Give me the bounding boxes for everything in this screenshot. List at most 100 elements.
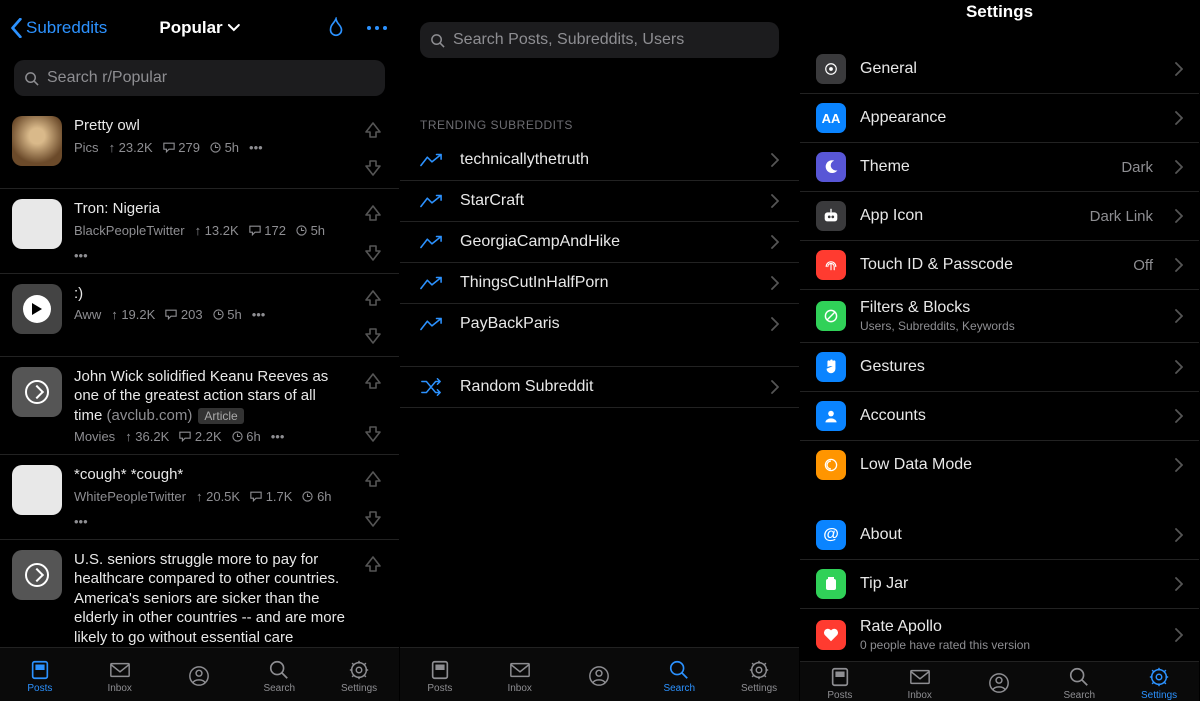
trending-row[interactable]: StarCraft: [400, 181, 799, 222]
settings-row-icon: [816, 54, 846, 84]
post-upvotes: ↑ 13.2K: [195, 223, 239, 238]
tab-settings-label: Settings: [341, 683, 377, 694]
settings-row-label: Filters & BlocksUsers, Subreddits, Keywo…: [860, 299, 1161, 333]
chevron-right-icon: [1175, 209, 1183, 223]
tab-account[interactable]: [969, 672, 1029, 696]
settings-row-icon: [816, 401, 846, 431]
post-row[interactable]: Pretty owlPics↑ 23.2K 279 5h•••: [0, 106, 399, 189]
post-more[interactable]: •••: [249, 140, 263, 155]
upvote-icon[interactable]: [363, 288, 383, 308]
settings-row-icon: [816, 352, 846, 382]
post-more[interactable]: •••: [252, 307, 266, 322]
settings-row[interactable]: Touch ID & PasscodeOff: [800, 241, 1199, 290]
tab-posts[interactable]: Posts: [810, 666, 870, 701]
back-button[interactable]: Subreddits: [10, 18, 107, 38]
trending-row[interactable]: technicallythetruth: [400, 140, 799, 181]
post-upvotes: ↑ 36.2K: [125, 429, 169, 444]
post-row[interactable]: John Wick solidified Keanu Reeves as one…: [0, 357, 399, 456]
posts-icon: [429, 659, 451, 681]
post-body: Pretty owlPics↑ 23.2K 279 5h•••: [74, 116, 347, 178]
settings-group-2: @AboutTip JarRate Apollo0 people have ra…: [800, 511, 1199, 661]
tab-bar: Posts Inbox Search Settings: [800, 661, 1199, 701]
tab-inbox[interactable]: Inbox: [890, 666, 950, 701]
tab-search[interactable]: Search: [249, 659, 309, 694]
post-row[interactable]: *cough* *cough*WhitePeopleTwitter↑ 20.5K…: [0, 455, 399, 540]
tab-posts[interactable]: Posts: [410, 659, 470, 694]
tab-search[interactable]: Search: [1049, 666, 1109, 701]
post-sub: Pics: [74, 140, 99, 155]
trending-row[interactable]: ThingsCutInHalfPorn: [400, 263, 799, 304]
settings-row[interactable]: App IconDark Link: [800, 192, 1199, 241]
trending-row[interactable]: GeorgiaCampAndHike: [400, 222, 799, 263]
post-title: John Wick solidified Keanu Reeves as one…: [74, 367, 347, 426]
downvote-icon[interactable]: [363, 243, 383, 263]
post-title: Tron: Nigeria: [74, 199, 347, 219]
post-upvotes: ↑ 19.2K: [111, 307, 155, 322]
post-row[interactable]: :)Aww↑ 19.2K 203 5h•••: [0, 274, 399, 357]
upvote-icon[interactable]: [363, 203, 383, 223]
random-subreddit-row[interactable]: Random Subreddit: [400, 367, 799, 407]
global-search-input[interactable]: Search Posts, Subreddits, Users: [420, 22, 779, 58]
upvote-icon[interactable]: [363, 120, 383, 140]
flame-icon[interactable]: [325, 17, 347, 39]
trending-row[interactable]: PayBackParis: [400, 304, 799, 344]
chevron-right-icon: [771, 153, 779, 167]
upvote-icon[interactable]: [363, 371, 383, 391]
settings-row[interactable]: @About: [800, 511, 1199, 560]
search-input[interactable]: Search r/Popular: [14, 60, 385, 96]
settings-row-icon: [816, 569, 846, 599]
settings-row[interactable]: AAAppearance: [800, 94, 1199, 143]
tab-settings[interactable]: Settings: [329, 659, 389, 694]
post-thumbnail[interactable]: [12, 116, 62, 166]
feed-title-dropdown[interactable]: Popular: [159, 18, 239, 38]
settings-row[interactable]: Low Data Mode: [800, 441, 1199, 489]
settings-row[interactable]: Gestures: [800, 343, 1199, 392]
settings-row-icon: [816, 201, 846, 231]
vote-controls: [359, 199, 387, 263]
settings-row[interactable]: Accounts: [800, 392, 1199, 441]
tab-account[interactable]: [569, 665, 629, 689]
post-more[interactable]: •••: [74, 514, 88, 529]
settings-row-value: Off: [1133, 257, 1153, 274]
post-list[interactable]: Pretty owlPics↑ 23.2K 279 5h••• Tron: Nig…: [0, 106, 399, 647]
post-age: 6h: [232, 429, 261, 444]
post-row[interactable]: Tron: NigeriaBlackPeopleTwitter↑ 13.2K 1…: [0, 189, 399, 274]
tab-settings[interactable]: Settings: [1129, 666, 1189, 701]
settings-row[interactable]: ThemeDark: [800, 143, 1199, 192]
chevron-right-icon: [1175, 458, 1183, 472]
settings-row[interactable]: Filters & BlocksUsers, Subreddits, Keywo…: [800, 290, 1199, 343]
post-thumbnail[interactable]: [12, 465, 62, 515]
post-more[interactable]: •••: [271, 429, 285, 444]
trending-icon: [420, 194, 442, 208]
search-icon: [268, 659, 290, 681]
downvote-icon[interactable]: [363, 424, 383, 444]
post-more[interactable]: •••: [74, 248, 88, 263]
downvote-icon[interactable]: [363, 158, 383, 178]
more-icon[interactable]: [365, 24, 389, 32]
tab-search[interactable]: Search: [649, 659, 709, 694]
tab-inbox[interactable]: Inbox: [490, 659, 550, 694]
downvote-icon[interactable]: [363, 326, 383, 346]
post-sub: Aww: [74, 307, 101, 322]
post-thumbnail[interactable]: [12, 550, 62, 600]
tab-settings[interactable]: Settings: [729, 659, 789, 694]
chevron-down-icon: [228, 24, 240, 32]
tab-inbox[interactable]: Inbox: [90, 659, 150, 694]
trending-label: technicallythetruth: [460, 151, 753, 169]
settings-row[interactable]: General: [800, 45, 1199, 94]
post-body: Tron: NigeriaBlackPeopleTwitter↑ 13.2K 1…: [74, 199, 347, 263]
post-thumbnail[interactable]: [12, 284, 62, 334]
post-thumbnail[interactable]: [12, 199, 62, 249]
settings-row-value: Dark Link: [1090, 208, 1153, 225]
upvote-icon[interactable]: [363, 554, 383, 574]
posts-icon: [29, 659, 51, 681]
upvote-icon[interactable]: [363, 469, 383, 489]
tab-posts[interactable]: Posts: [10, 659, 70, 694]
post-row[interactable]: U.S. seniors struggle more to pay for he…: [0, 540, 399, 648]
downvote-icon[interactable]: [363, 509, 383, 529]
post-thumbnail[interactable]: [12, 367, 62, 417]
settings-row[interactable]: Tip Jar: [800, 560, 1199, 609]
settings-row-label: Low Data Mode: [860, 456, 1161, 474]
tab-account[interactable]: [169, 665, 229, 689]
settings-row[interactable]: Rate Apollo0 people have rated this vers…: [800, 609, 1199, 661]
